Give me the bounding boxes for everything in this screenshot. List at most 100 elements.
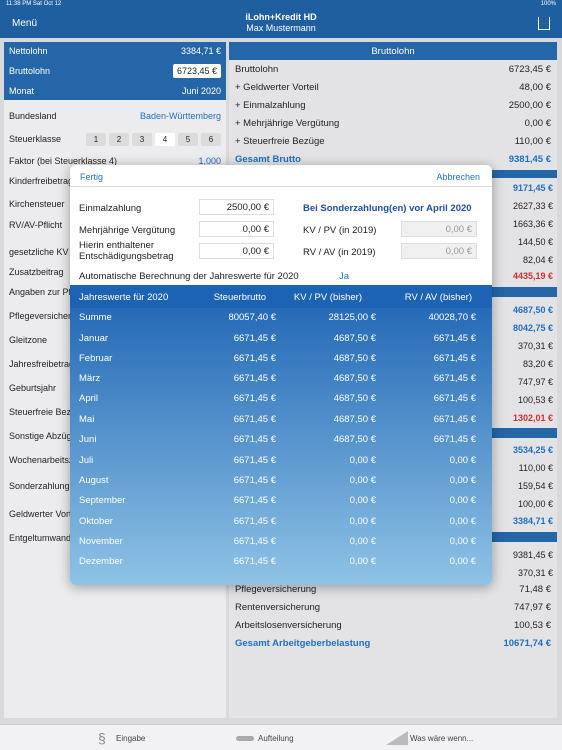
jahresfreibetrag-label: Jahresfreibetrag	[9, 359, 75, 369]
result-value: 6723,45 €	[508, 63, 551, 75]
cell: 0,00 €	[349, 536, 376, 547]
einmalzahlung-input[interactable]: 2500,00 €	[199, 199, 274, 215]
ag-label: Pflegeversicherung	[235, 583, 317, 595]
cell: 6671,45 €	[233, 353, 276, 364]
side-value: 9171,45 €	[512, 183, 553, 193]
table-row[interactable]: Januar 6671,45 € 4687,50 € 6671,45 €	[70, 329, 492, 349]
bruttolohn-label: Bruttolohn	[9, 66, 51, 76]
table-row[interactable]: April 6671,45 € 4687,50 € 6671,45 €	[70, 389, 492, 409]
side-value: 4435,19 €	[512, 271, 553, 281]
tab-eingabe[interactable]: Eingabe	[116, 734, 145, 743]
table-row[interactable]: August 6671,45 € 0,00 € 0,00 €	[70, 471, 492, 491]
ag-value: 747,97 €	[514, 601, 551, 613]
auto-berechnung-label: Automatische Berechnung der Jahreswerte …	[79, 271, 299, 282]
cell: Oktober	[79, 516, 113, 527]
ag-row: Rentenversicherung 747,97 €	[229, 598, 557, 616]
cell: 6671,45 €	[433, 333, 476, 344]
cell: 6671,45 €	[433, 393, 476, 404]
cell: 4687,50 €	[333, 393, 376, 404]
mehrjaehrige-label: Mehrjährige Vergütung	[79, 225, 176, 236]
steuerklasse-selector[interactable]: 1 2 3 4 5 6	[86, 132, 221, 146]
cell: 0,00 €	[449, 455, 476, 466]
cell: 4687,50 €	[333, 373, 376, 384]
ag-label: Arbeitslosenversicherung	[235, 619, 342, 631]
cell: 6671,45 €	[433, 414, 476, 425]
cell: 6671,45 €	[433, 373, 476, 384]
cell: 6671,45 €	[433, 353, 476, 364]
table-row[interactable]: Juli 6671,45 € 0,00 € 0,00 €	[70, 451, 492, 471]
gesamt-ag-label: Gesamt Arbeitgeberbelastung	[235, 637, 371, 649]
side-value: 100,00 €	[517, 499, 553, 509]
sonstige-abzuege-label: Sonstige Abzüge	[9, 431, 77, 441]
bruttolohn-header: Bruttolohn	[229, 42, 557, 60]
battery-status: 100%	[540, 1, 556, 7]
tab-was-waere-wenn[interactable]: Was wäre wenn...	[410, 734, 473, 743]
cell: Januar	[79, 333, 109, 344]
steuerklasse-6[interactable]: 6	[201, 132, 221, 146]
nettolohn-row: Nettolohn 3384,71 €	[4, 42, 226, 60]
side-value: 8042,75 €	[512, 323, 553, 333]
rvav-input[interactable]: 0,00 €	[401, 243, 477, 259]
abbrechen-button[interactable]: Abbrechen	[436, 172, 480, 182]
bundesland-row[interactable]: Bundesland Baden-Württemberg	[4, 106, 226, 126]
side-value: 3384,71 €	[512, 516, 553, 526]
cell: 6671,45 €	[233, 475, 276, 486]
table-row[interactable]: Dezember 6671,45 € 0,00 € 0,00 €	[70, 552, 492, 572]
kinderfreibetrag-label: Kinderfreibetrag	[9, 176, 74, 186]
bruttolohn-input[interactable]: 6723,45 €	[172, 64, 221, 78]
cell: November	[79, 536, 123, 547]
steuerklasse-5[interactable]: 5	[178, 132, 198, 146]
top-navigation-bar: Menü iLohn+Kredit HD Max Mustermann	[0, 8, 562, 38]
status-time: 11:38 PM Sat Oct 12	[6, 1, 62, 7]
steuerklasse-2[interactable]: 2	[109, 132, 129, 146]
hierin-label: Hierin enthaltener	[79, 240, 154, 251]
kirchensteuer-label: Kirchensteuer	[9, 199, 65, 209]
table-row[interactable]: Summe 80057,40 € 28125,00 € 40028,70 €	[70, 308, 492, 328]
kvpv-input[interactable]: 0,00 €	[401, 221, 477, 237]
steuerklasse-4[interactable]: 4	[155, 132, 175, 146]
table-row[interactable]: November 6671,45 € 0,00 € 0,00 €	[70, 532, 492, 552]
fertig-button[interactable]: Fertig	[80, 172, 103, 182]
auto-berechnung-toggle[interactable]: Ja	[339, 271, 349, 282]
side-value: 747,97 €	[517, 377, 553, 387]
tab-aufteilung[interactable]: Aufteilung	[258, 734, 294, 743]
cell: 0,00 €	[349, 475, 376, 486]
table-row[interactable]: Mai 6671,45 € 4687,50 € 6671,45 €	[70, 410, 492, 430]
monat-value: Juni 2020	[181, 86, 221, 96]
table-row[interactable]: Oktober 6671,45 € 0,00 € 0,00 €	[70, 512, 492, 532]
dialog-header: Fertig Abbrechen	[70, 165, 492, 187]
geburtsjahr-label: Geburtsjahr	[9, 383, 57, 393]
bruttolohn-row[interactable]: Bruttolohn 6723,45 €	[4, 60, 226, 82]
rvav-pflicht-label: RV/AV-Pflicht	[9, 220, 63, 230]
table-row[interactable]: September 6671,45 € 0,00 € 0,00 €	[70, 491, 492, 511]
column-header: KV / PV (bisher)	[293, 292, 362, 303]
nettolohn-label: Nettolohn	[9, 46, 48, 56]
entschaedigung-input[interactable]: 0,00 €	[199, 243, 274, 259]
sonderzahlung-label: Sonderzahlung	[9, 481, 70, 491]
app-title: iLohn+Kredit HD	[245, 12, 317, 22]
mehrjaehrige-input[interactable]: 0,00 €	[199, 221, 274, 237]
table-row[interactable]: Juni 6671,45 € 4687,50 € 6671,45 €	[70, 430, 492, 450]
cell: Juni	[79, 434, 97, 445]
rvav-label: RV / AV (in 2019)	[303, 247, 376, 258]
column-header: Steuerbrutto	[213, 292, 266, 303]
share-icon[interactable]	[538, 17, 550, 30]
cell: 28125,00 €	[328, 312, 376, 323]
cell: 0,00 €	[349, 455, 376, 466]
steuerklasse-3[interactable]: 3	[132, 132, 152, 146]
cell: 6671,45 €	[233, 495, 276, 506]
entschaedigung-label: Entschädigungsbetrag	[79, 251, 174, 262]
result-row: Bruttolohn 6723,45 €	[229, 60, 557, 78]
steuerklasse-1[interactable]: 1	[86, 132, 106, 146]
result-value: 48,00 €	[519, 81, 551, 93]
monat-row[interactable]: Monat Juni 2020	[4, 82, 226, 100]
cell: 0,00 €	[349, 495, 376, 506]
table-row[interactable]: März 6671,45 € 4687,50 € 6671,45 €	[70, 369, 492, 389]
side-value: 1302,01 €	[512, 413, 553, 423]
zusatzbeitrag-label: Zusatzbeitrag	[9, 267, 64, 277]
table-row[interactable]: Februar 6671,45 € 4687,50 € 6671,45 €	[70, 349, 492, 369]
table-header: Jahreswerte für 2020 Steuerbrutto KV / P…	[70, 288, 492, 308]
result-label: + Steuerfreie Bezüge	[235, 135, 325, 147]
cell: Mai	[79, 414, 95, 425]
result-label: + Mehrjährige Vergütung	[235, 117, 340, 129]
